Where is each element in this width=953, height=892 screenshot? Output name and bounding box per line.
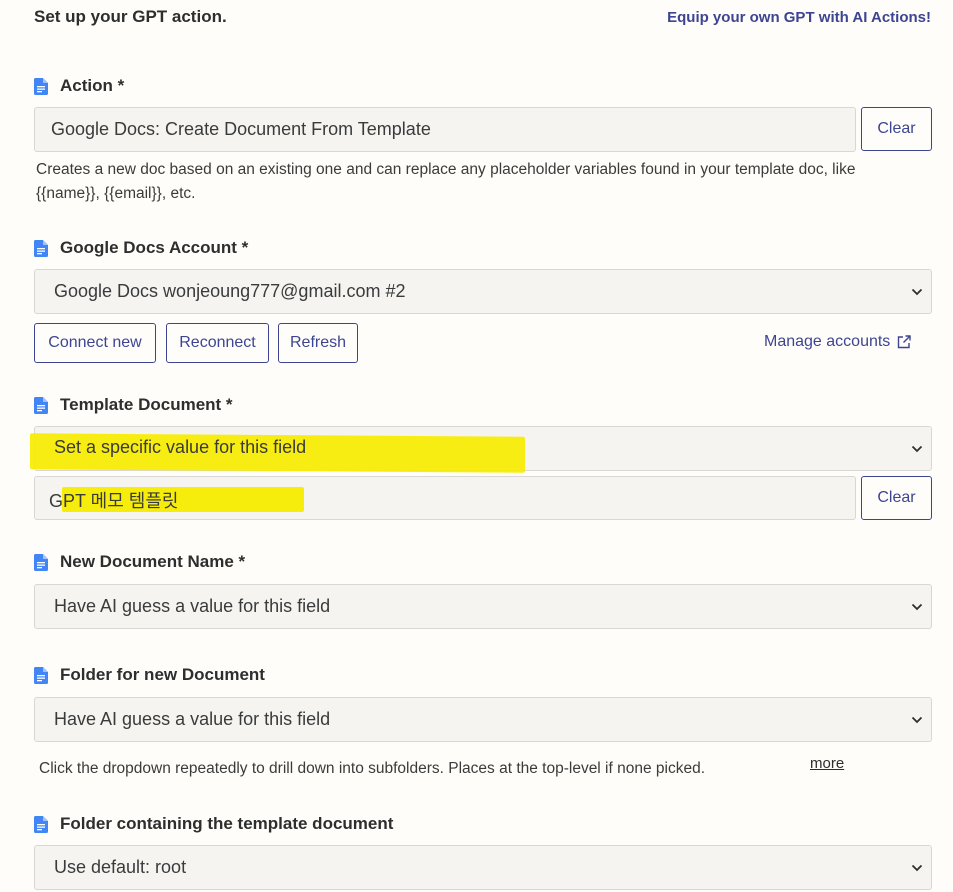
account-select[interactable]: Google Docs wonjeoung777@gmail.com #2: [34, 269, 932, 314]
google-docs-icon: [34, 77, 48, 95]
folder-value: Have AI guess a value for this field: [54, 709, 331, 729]
refresh-button[interactable]: Refresh: [278, 323, 358, 363]
folder-label: Folder for new Document: [34, 665, 265, 685]
action-field[interactable]: Google Docs: Create Document From Templa…: [34, 107, 856, 152]
new-name-select[interactable]: Have AI guess a value for this field: [34, 584, 932, 629]
folder-help-text: Click the dropdown repeatedly to drill d…: [39, 760, 706, 777]
chevron-down-icon: [911, 603, 923, 610]
chevron-down-icon: [911, 288, 923, 295]
template-folder-select[interactable]: Use default: root: [34, 845, 932, 890]
chevron-down-icon: [911, 864, 923, 871]
action-help-text: Creates a new doc based on an existing o…: [36, 161, 856, 202]
template-folder-label: Folder containing the template document: [34, 814, 393, 834]
action-label-text: Action *: [60, 76, 125, 95]
google-docs-icon: [34, 553, 48, 571]
more-link[interactable]: more: [810, 755, 844, 772]
template-label: Template Document *: [34, 395, 233, 415]
folder-label-text: Folder for new Document: [60, 665, 265, 684]
account-value: Google Docs wonjeoung777@gmail.com #2: [54, 281, 406, 301]
account-label-text: Google Docs Account *: [60, 238, 249, 257]
action-clear-button[interactable]: Clear: [861, 107, 932, 151]
account-label: Google Docs Account *: [34, 238, 248, 258]
manage-accounts-label: Manage accounts: [764, 333, 891, 350]
template-label-text: Template Document *: [60, 395, 233, 414]
action-label: Action *: [34, 76, 124, 96]
chevron-down-icon: [911, 445, 923, 452]
template-mode-text-overlay: Set a specific value for this field: [54, 437, 307, 457]
template-folder-label-text: Folder containing the template document: [60, 814, 394, 833]
new-name-value: Have AI guess a value for this field: [54, 596, 331, 616]
google-docs-icon: [34, 666, 48, 684]
google-docs-icon: [34, 396, 48, 414]
template-clear-button[interactable]: Clear: [861, 476, 932, 520]
action-value: Google Docs: Create Document From Templa…: [51, 119, 431, 139]
google-docs-icon: [34, 815, 48, 833]
reconnect-button[interactable]: Reconnect: [166, 323, 269, 363]
manage-accounts-link[interactable]: Manage accounts: [764, 333, 912, 351]
google-docs-icon: [34, 239, 48, 257]
external-link-icon: [898, 335, 912, 349]
template-folder-value: Use default: root: [54, 857, 187, 877]
chevron-down-icon: [911, 716, 923, 723]
new-name-label-text: New Document Name *: [60, 552, 246, 571]
connect-new-button[interactable]: Connect new: [34, 323, 156, 363]
new-name-label: New Document Name *: [34, 552, 245, 572]
page-title: Set up your GPT action.: [34, 7, 227, 26]
folder-select[interactable]: Have AI guess a value for this field: [34, 697, 932, 742]
equip-gpt-link[interactable]: Equip your own GPT with AI Actions!: [667, 9, 931, 26]
template-value: GPT 메모 템플릿: [49, 491, 179, 511]
